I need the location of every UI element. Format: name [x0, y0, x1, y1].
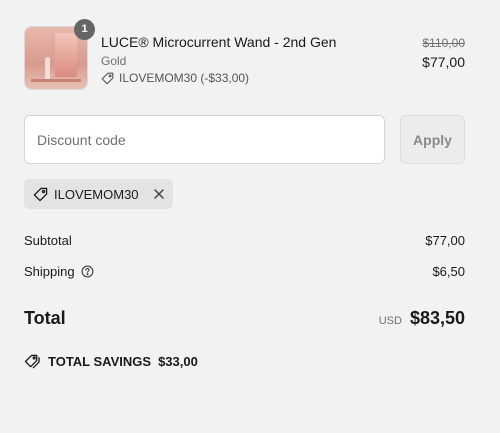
product-discount-text: ILOVEMOM30 (-$33,00) — [119, 71, 250, 85]
applied-code-label: ILOVEMOM30 — [54, 186, 139, 202]
subtotal-value: $77,00 — [425, 233, 465, 248]
currency-code: USD — [378, 315, 402, 327]
product-price: $77,00 — [422, 54, 465, 70]
savings-label: TOTAL SAVINGS — [48, 354, 152, 369]
line-item: 1 LUCE® Microcurrent Wand - 2nd Gen Gold… — [24, 19, 466, 90]
tag-icon — [33, 187, 48, 202]
total-row: Total USD $83,50 — [24, 308, 465, 329]
product-discount: ILOVEMOM30 (-$33,00) — [101, 71, 249, 85]
remove-discount-icon[interactable] — [153, 188, 165, 200]
subtotal-row: Subtotal $77,00 — [24, 233, 465, 248]
shipping-label: Shipping — [24, 264, 75, 279]
original-price: $110,00 — [422, 36, 466, 50]
subtotal-label: Subtotal — [24, 233, 72, 248]
shipping-value: $6,50 — [432, 264, 465, 279]
help-icon[interactable] — [81, 265, 94, 278]
shipping-row: Shipping $6,50 — [24, 264, 465, 279]
product-name: LUCE® Microcurrent Wand - 2nd Gen — [101, 34, 337, 50]
total-value: $83,50 — [409, 308, 465, 328]
tags-icon — [24, 354, 41, 369]
total-savings: TOTAL SAVINGS $33,00 — [24, 354, 198, 369]
total-label: Total — [24, 308, 66, 328]
apply-button[interactable]: Apply — [400, 115, 465, 164]
applied-discount-chip: ILOVEMOM30 — [24, 179, 173, 209]
quantity-badge: 1 — [74, 19, 95, 40]
discount-code-input[interactable] — [24, 115, 385, 164]
savings-value: $33,00 — [158, 354, 198, 369]
tag-icon — [101, 72, 114, 85]
product-variant: Gold — [101, 54, 127, 68]
